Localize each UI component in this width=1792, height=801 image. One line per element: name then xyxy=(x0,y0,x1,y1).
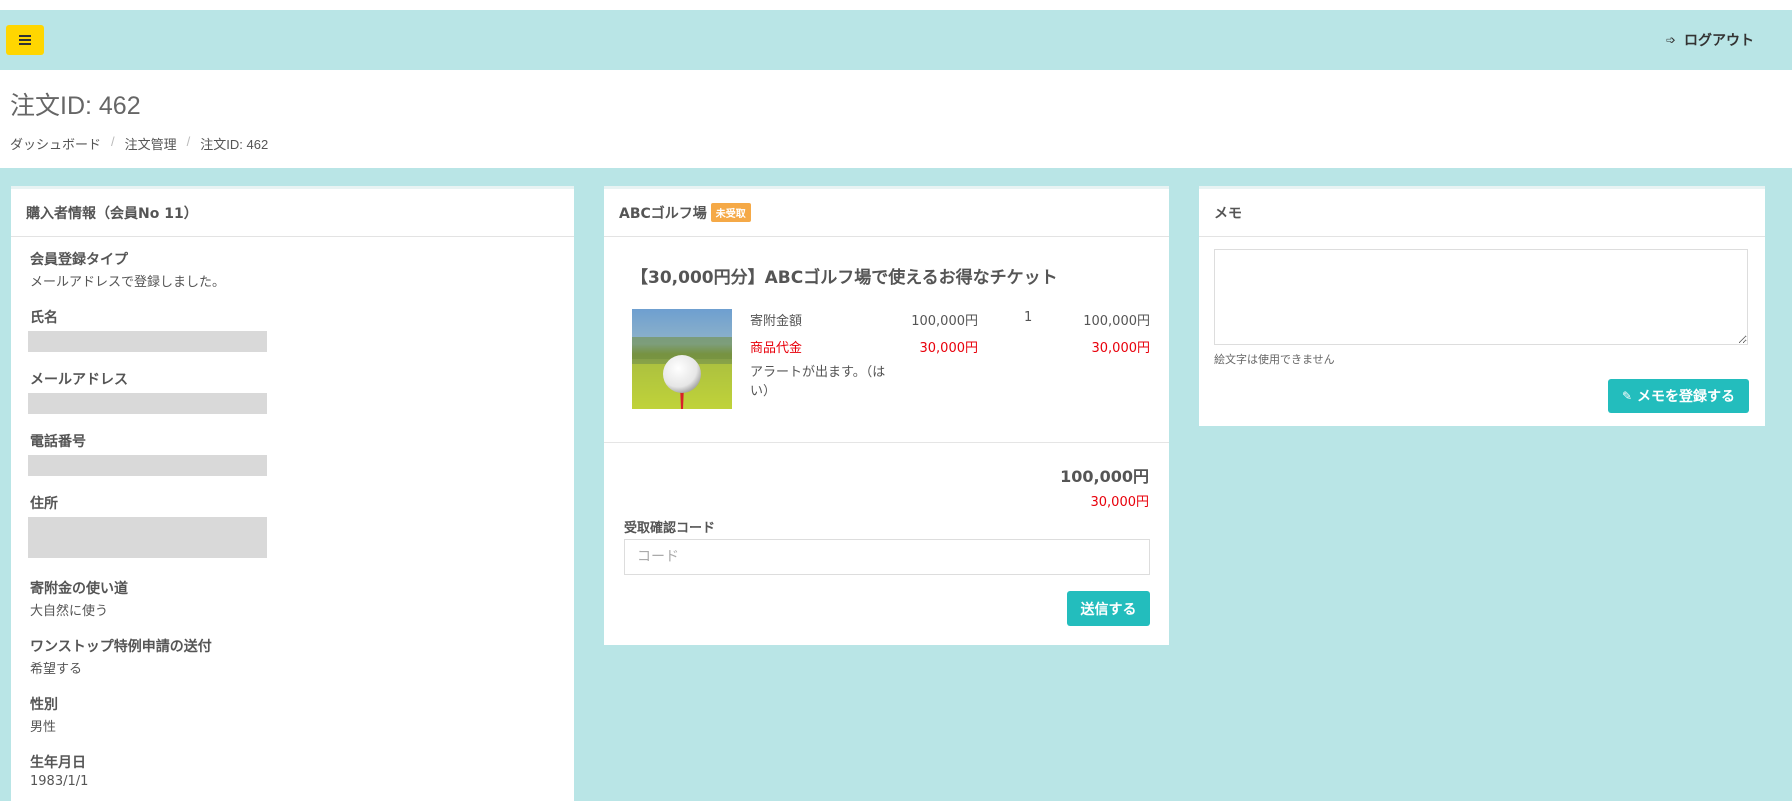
donation-use-field: 寄附金の使い道 大自然に使う xyxy=(30,578,574,619)
hamburger-icon xyxy=(19,35,31,45)
one-stop-field: ワンストップ特例申請の送付 希望する xyxy=(30,636,574,677)
logout-label: ログアウト xyxy=(1684,33,1754,49)
address-field: 住所 xyxy=(28,493,574,558)
breadcrumb: ダッシュボード / 注文管理 / 注文ID: 462 xyxy=(10,134,268,153)
redacted-value xyxy=(28,517,267,558)
menu-toggle-button[interactable] xyxy=(6,25,44,55)
donation-amount-qty: 1 xyxy=(1024,310,1033,325)
gender-field: 性別 男性 xyxy=(30,694,574,735)
birthdate-field: 生年月日 1983/1/1 xyxy=(30,752,574,789)
field-label: 生年月日 xyxy=(30,755,86,771)
field-label: 性別 xyxy=(30,697,58,713)
field-label: 会員登録タイプ xyxy=(30,252,128,268)
donation-amount-subtotal: 100,000円 xyxy=(1083,314,1150,329)
shop-name: ABCゴルフ場 xyxy=(619,205,707,222)
product-price-price: 30,000円 xyxy=(919,341,979,356)
field-value: 大自然に使う xyxy=(30,604,109,619)
memo-panel: メモ 絵文字は使用できません ✎ メモを登録する xyxy=(1199,186,1765,426)
product-price-label: 商品代金 xyxy=(750,341,803,356)
total-product-amount: 30,000円 xyxy=(1090,495,1150,510)
save-memo-button[interactable]: ✎ メモを登録する xyxy=(1608,379,1749,413)
field-label: 電話番号 xyxy=(30,434,86,450)
buyer-info-panel: 購入者情報（会員No 11） 会員登録タイプ メールアドレスで登録しました。 氏… xyxy=(11,186,574,801)
field-label: メールアドレス xyxy=(30,372,128,388)
breadcrumb-current: 注文ID: 462 xyxy=(200,137,269,152)
redacted-value xyxy=(28,455,267,476)
field-value: 希望する xyxy=(30,662,83,677)
breadcrumb-dashboard[interactable]: ダッシュボード xyxy=(10,134,101,153)
page-header: 注文ID: 462 ダッシュボード / 注文管理 / 注文ID: 462 xyxy=(10,86,268,153)
order-item-heading: ABCゴルフ場 未受取 xyxy=(604,189,1169,237)
email-field: メールアドレス xyxy=(28,369,574,414)
memo-textarea[interactable] xyxy=(1214,249,1748,345)
redacted-value xyxy=(28,393,267,414)
total-amount: 100,000円 xyxy=(1060,467,1149,486)
field-label: 住所 xyxy=(30,496,58,512)
breadcrumb-orders[interactable]: 注文管理 xyxy=(125,134,177,153)
donation-amount-price: 100,000円 xyxy=(911,314,978,329)
order-item-panel: ABCゴルフ場 未受取 【30,000円分】ABCゴルフ場で使えるお得なチケット xyxy=(604,186,1169,645)
field-value: 男性 xyxy=(30,720,57,735)
golf-ball-image xyxy=(632,309,732,409)
status-badge: 未受取 xyxy=(710,203,751,222)
field-value: メールアドレスで登録しました。 xyxy=(30,275,226,290)
name-field: 氏名 xyxy=(28,307,574,352)
content-area: 購入者情報（会員No 11） 会員登録タイプ メールアドレスで登録しました。 氏… xyxy=(0,168,1792,801)
redacted-value xyxy=(28,331,267,352)
top-bar: ➩ ログアウト xyxy=(0,10,1792,70)
buyer-info-heading: 購入者情報（会員No 11） xyxy=(11,189,574,237)
product-price-subtotal: 30,000円 xyxy=(1091,341,1151,356)
field-label: 氏名 xyxy=(30,310,58,326)
alert-note: アラートが出ます。（はい） xyxy=(750,365,886,399)
divider xyxy=(604,442,1169,443)
page-title: 注文ID: 462 xyxy=(10,92,141,120)
memo-help-text: 絵文字は使用できません xyxy=(1214,353,1335,366)
breadcrumb-separator: / xyxy=(111,134,115,149)
phone-field: 電話番号 xyxy=(28,431,574,476)
submit-button[interactable]: 送信する xyxy=(1067,591,1150,626)
field-label: 寄附金の使い道 xyxy=(30,581,128,597)
memo-heading: メモ xyxy=(1199,189,1765,237)
pencil-icon: ✎ xyxy=(1621,389,1633,403)
donation-amount-label: 寄附金額 xyxy=(750,314,803,329)
breadcrumb-separator: / xyxy=(186,134,191,149)
receipt-code-label: 受取確認コード xyxy=(624,521,716,536)
registration-type-field: 会員登録タイプ メールアドレスで登録しました。 xyxy=(30,249,574,290)
save-memo-label: メモを登録する xyxy=(1637,389,1736,405)
logout-link[interactable]: ➩ ログアウト xyxy=(1666,30,1754,50)
product-title: 【30,000円分】ABCゴルフ場で使えるお得なチケット xyxy=(631,268,1058,288)
field-label: ワンストップ特例申請の送付 xyxy=(30,639,212,655)
sign-out-icon: ➩ xyxy=(1665,33,1676,47)
receipt-code-input[interactable] xyxy=(624,539,1150,575)
field-value: 1983/1/1 xyxy=(30,774,89,789)
